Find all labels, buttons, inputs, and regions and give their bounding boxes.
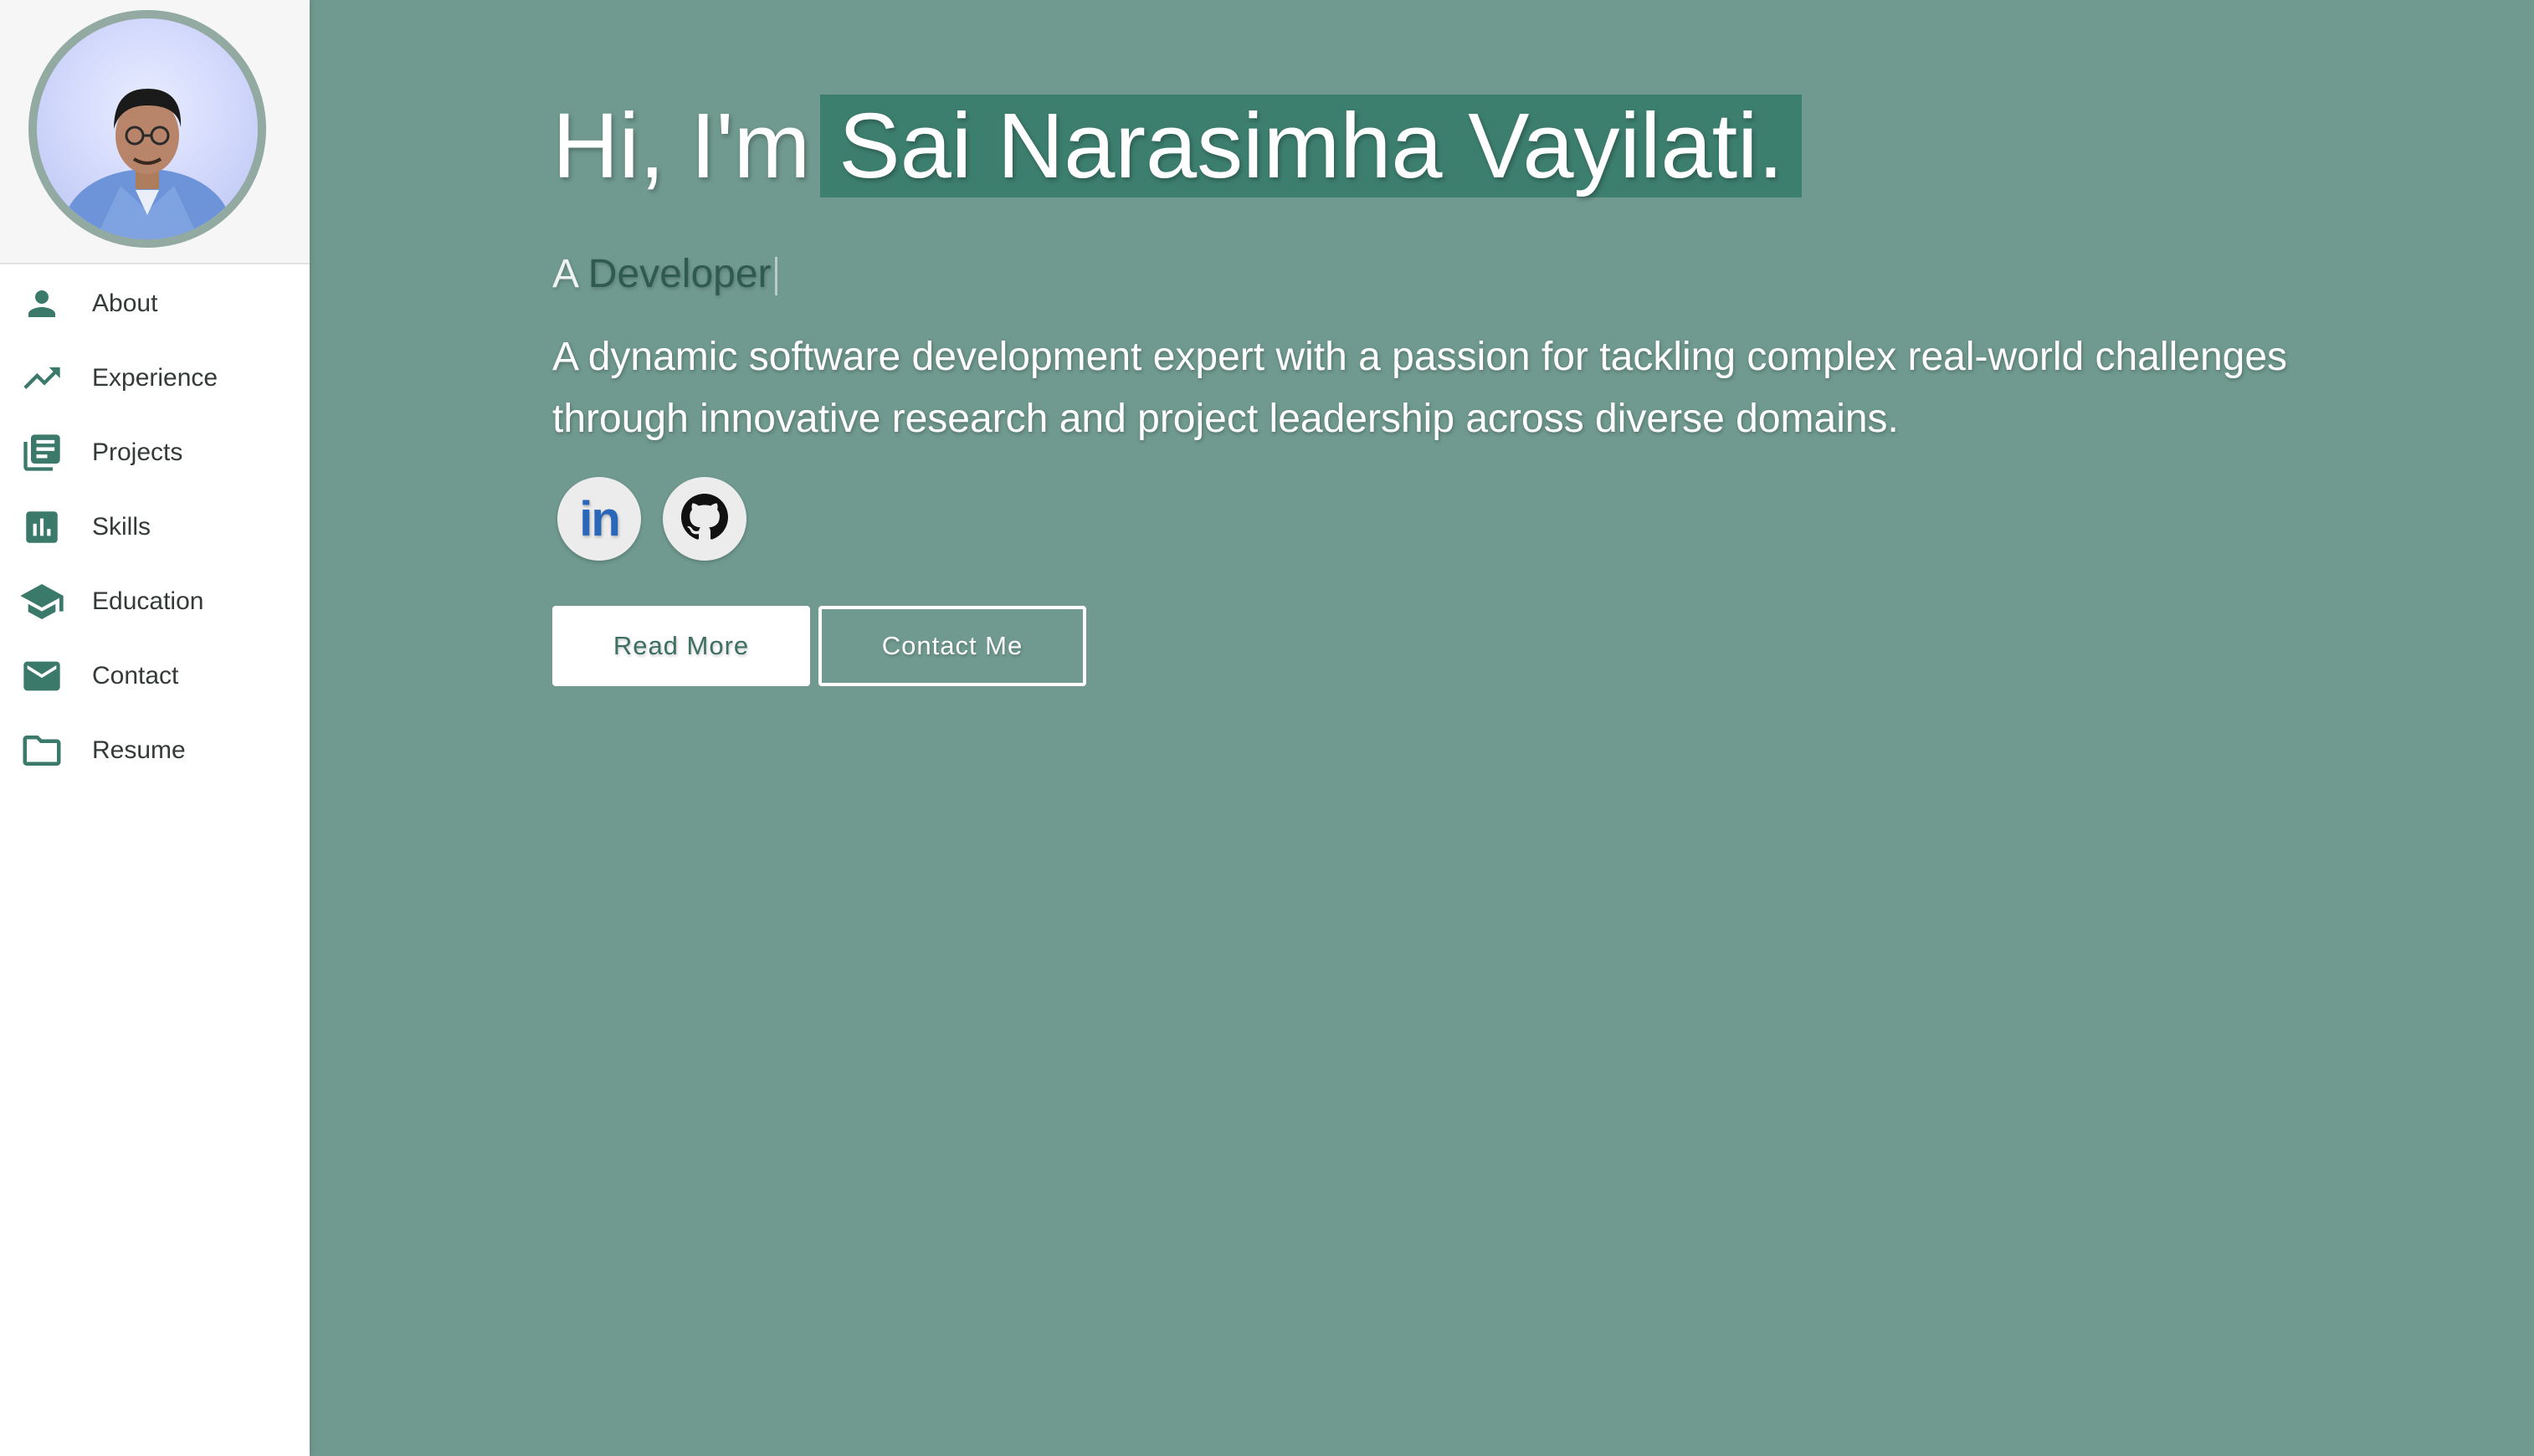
hero-heading: Hi, I'm Sai Narasimha Vayilati. <box>552 92 1803 201</box>
sidebar-nav: About Experience Projects Skills Educati… <box>0 266 310 787</box>
sidebar-item-label: Experience <box>92 363 218 392</box>
greeting-text: Hi, I'm <box>552 95 811 197</box>
role-word: Developer <box>587 252 772 296</box>
sidebar-item-label: Projects <box>92 438 183 466</box>
avatar <box>28 10 266 248</box>
sidebar-item-skills[interactable]: Skills <box>0 490 310 564</box>
read-more-button[interactable]: Read More <box>552 606 810 686</box>
typing-caret <box>774 257 777 296</box>
sidebar-item-contact[interactable]: Contact <box>0 638 310 713</box>
mail-icon <box>18 653 65 700</box>
sidebar: About Experience Projects Skills Educati… <box>0 0 310 1456</box>
sidebar-item-about[interactable]: About <box>0 266 310 341</box>
hero-description: A dynamic software development expert wi… <box>552 335 2288 441</box>
sidebar-item-experience[interactable]: Experience <box>0 341 310 415</box>
sidebar-item-label: Contact <box>92 661 179 690</box>
hero-actions: Read More Contact Me <box>552 606 1086 686</box>
hero-name: Sai Narasimha Vayilati. <box>820 95 1803 197</box>
sidebar-item-education[interactable]: Education <box>0 564 310 638</box>
graduation-cap-icon <box>18 578 65 625</box>
profile-header <box>0 0 310 264</box>
sidebar-item-label: Education <box>92 587 204 615</box>
sidebar-item-label: Resume <box>92 736 186 764</box>
sidebar-item-resume[interactable]: Resume <box>0 713 310 787</box>
linkedin-icon: in <box>579 491 621 546</box>
person-icon <box>18 280 65 327</box>
sidebar-item-label: About <box>92 289 158 317</box>
github-icon <box>681 493 728 545</box>
sidebar-item-projects[interactable]: Projects <box>0 415 310 490</box>
github-link[interactable] <box>663 477 746 561</box>
contact-me-button[interactable]: Contact Me <box>818 606 1086 686</box>
role-prefix: A <box>552 252 577 296</box>
sidebar-item-label: Skills <box>92 512 151 541</box>
trending-up-icon <box>18 355 65 402</box>
linkedin-link[interactable]: in <box>557 477 641 561</box>
profile-photo <box>64 89 231 239</box>
social-links: in <box>557 477 746 561</box>
bar-chart-icon <box>18 504 65 551</box>
hero-role: A Developer <box>552 251 777 297</box>
folder-icon <box>18 727 65 774</box>
article-icon <box>18 429 65 476</box>
